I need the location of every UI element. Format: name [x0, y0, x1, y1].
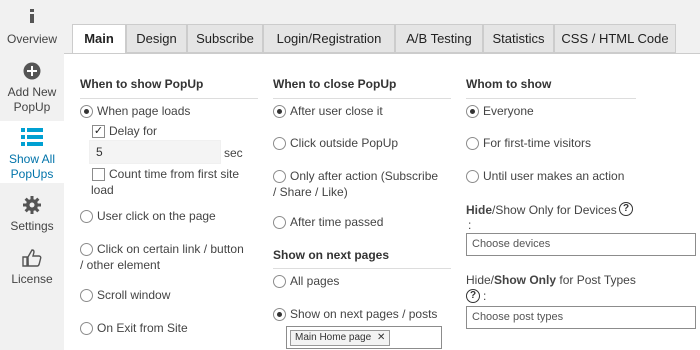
option-label: Count time from first site: [109, 167, 240, 181]
sidebar-item-label: Show All: [8, 152, 56, 166]
option-label: / Share / Like): [273, 185, 348, 199]
radio-next-pages[interactable]: [273, 308, 286, 321]
plus-circle-icon: [23, 62, 41, 80]
option-label: load: [91, 183, 114, 197]
sidebar-item-label: License: [11, 272, 53, 286]
post-types-colon: :: [483, 289, 487, 303]
sidebar-item-settings[interactable]: Settings: [0, 196, 64, 236]
section-divider: [273, 268, 451, 269]
tab-ab-testing[interactable]: A/B Testing: [395, 24, 483, 53]
section-divider: [80, 98, 258, 99]
section-title-when-to-close: When to close PopUp: [273, 77, 397, 91]
sidebar-item-label: Add New: [7, 85, 57, 99]
sidebar-item-label: PopUp: [13, 100, 51, 114]
option-label: Click outside PopUp: [290, 136, 399, 150]
option-label: After time passed: [290, 215, 384, 229]
sidebar-item-label: Overview: [6, 32, 57, 46]
section-divider: [466, 98, 636, 99]
sidebar-item-overview[interactable]: Overview: [0, 8, 64, 52]
section-title-next-pages: Show on next pages: [273, 248, 390, 262]
radio-scroll-window[interactable]: [80, 289, 93, 302]
radio-click-outside[interactable]: [273, 137, 286, 150]
section-divider: [273, 98, 451, 99]
sidebar-item-label: PopUps: [10, 167, 54, 181]
option-label: User click on the page: [97, 209, 216, 223]
sidebar: Overview Add New PopUp Show All PopUps S…: [0, 0, 64, 350]
option-label: All pages: [290, 274, 340, 288]
post-types-label: Hide/Show Only for Post Types: [466, 273, 636, 287]
option-label: Everyone: [483, 104, 534, 118]
section-title-when-to-show: When to show PopUp: [80, 77, 204, 91]
tab-main[interactable]: Main: [72, 24, 126, 55]
help-icon[interactable]: ?: [619, 202, 633, 216]
devices-label: Hide/Show Only for Devices: [466, 203, 617, 217]
checkbox-count-time[interactable]: [92, 168, 105, 181]
option-label: Only after action (Subscribe: [290, 169, 439, 183]
thumbs-up-icon: [22, 249, 42, 267]
post-types-select-input[interactable]: Choose post types: [466, 306, 696, 329]
radio-page-loads[interactable]: [80, 105, 93, 118]
tab-statistics[interactable]: Statistics: [483, 24, 554, 53]
sidebar-item-add-new-popup[interactable]: Add New PopUp: [0, 62, 64, 116]
tab-design[interactable]: Design: [126, 24, 187, 53]
devices-colon: :: [468, 218, 472, 232]
radio-first-time[interactable]: [466, 137, 479, 150]
tab-css-html-code[interactable]: CSS / HTML Code: [554, 24, 676, 53]
tag-label: Main Home page: [295, 332, 372, 343]
tab-subscribe[interactable]: Subscribe: [187, 24, 263, 53]
radio-all-pages[interactable]: [273, 275, 286, 288]
sidebar-item-license[interactable]: License: [0, 249, 64, 289]
sidebar-item-show-all-popups[interactable]: Show All PopUps: [0, 121, 64, 183]
radio-user-click[interactable]: [80, 210, 93, 223]
radio-everyone[interactable]: [466, 105, 479, 118]
option-label: Show on next pages / posts: [290, 307, 438, 321]
radio-after-action[interactable]: [273, 170, 286, 183]
delay-unit-label: sec: [224, 146, 243, 160]
tab-login-registration[interactable]: Login/Registration: [263, 24, 395, 53]
help-icon[interactable]: ?: [466, 289, 480, 303]
option-label: For first-time visitors: [483, 136, 591, 150]
option-label: / other element: [80, 258, 161, 272]
radio-after-time[interactable]: [273, 216, 286, 229]
option-label: After user close it: [290, 104, 383, 118]
option-label: Until user makes an action: [483, 169, 625, 183]
option-label: On Exit from Site: [97, 321, 188, 335]
radio-until-action[interactable]: [466, 170, 479, 183]
option-label: When page loads: [97, 104, 191, 118]
radio-after-close[interactable]: [273, 105, 286, 118]
option-label: Delay for: [109, 124, 158, 138]
option-label: Scroll window: [97, 288, 171, 302]
radio-click-link[interactable]: [80, 243, 93, 256]
radio-on-exit[interactable]: [80, 322, 93, 335]
delay-seconds-input[interactable]: 5: [89, 140, 221, 164]
devices-select-input[interactable]: Choose devices: [466, 233, 696, 256]
tab-bar: Main Design Subscribe Login/Registration…: [64, 0, 700, 55]
option-label: Click on certain link / button: [97, 242, 244, 256]
sidebar-item-label: Settings: [10, 219, 54, 233]
gear-icon: [23, 196, 41, 214]
close-icon[interactable]: ✕: [377, 332, 385, 343]
list-icon: [21, 128, 43, 146]
main-settings-panel: When to show PopUp When page loads ✓ Del…: [64, 53, 700, 350]
info-icon: [30, 9, 34, 23]
selected-page-tag: Main Home page ✕: [290, 330, 391, 346]
section-title-whom-to-show: Whom to show: [466, 77, 552, 91]
checkbox-delay[interactable]: ✓: [92, 125, 105, 138]
